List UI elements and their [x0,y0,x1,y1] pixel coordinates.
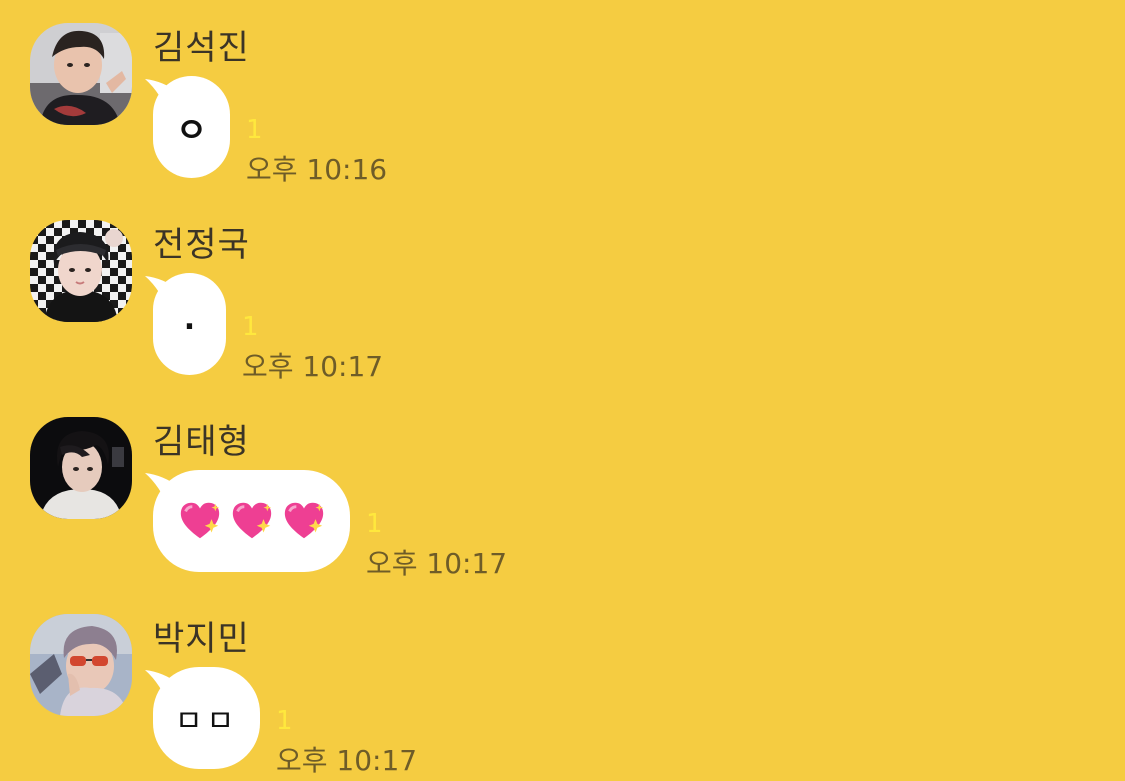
unread-count: 1 [246,115,263,145]
avatar[interactable] [30,23,132,125]
profile-photo-taehyung-icon [30,417,132,519]
sender-name: 김석진 [153,28,250,68]
message-time: 오후 10:17 [366,547,508,580]
unread-count: 1 [242,312,259,342]
chat-message: 김석진 ㅇ 1 오후 10:16 [0,0,1125,190]
sender-name: 박지민 [153,619,250,659]
avatar[interactable] [30,220,132,322]
profile-photo-jungkook-icon [30,220,132,322]
message-text: ㅁㅁ [174,704,239,739]
message-text: . [183,302,196,337]
sender-name: 김태형 [153,422,250,462]
sender-name: 전정국 [153,225,250,265]
message-bubble[interactable]: ㅁㅁ [153,667,260,769]
message-text: 💖💖💖 [153,470,154,471]
chat-message: 박지민 ㅁㅁ 1 오후 10:17 [0,591,1125,781]
message-bubble[interactable]: 💖💖💖 [153,470,350,572]
sparkling-heart-icon [284,502,323,539]
message-text: ㅇ [175,110,208,151]
avatar[interactable] [30,614,132,716]
chat-message: 김태형 💖💖💖 1 [0,394,1125,584]
profile-photo-jimin-icon [30,614,132,716]
sparkling-heart-icon [232,502,271,539]
message-bubble[interactable]: ㅇ [153,76,230,178]
unread-count: 1 [276,706,293,736]
sparkling-heart-icon [180,502,219,539]
avatar[interactable] [30,417,132,519]
chat-message-list[interactable]: 김석진 ㅇ 1 오후 10:16 전정국 . 1 오후 10:17 김태형 1 … [0,0,1125,777]
message-bubble[interactable]: . [153,273,226,375]
message-time: 오후 10:17 [276,744,418,777]
message-time: 오후 10:16 [246,153,388,186]
chat-message: 전정국 . 1 오후 10:17 [0,197,1125,387]
profile-photo-jin-icon [30,23,132,125]
unread-count: 1 [366,509,383,539]
message-time: 오후 10:17 [242,350,384,383]
